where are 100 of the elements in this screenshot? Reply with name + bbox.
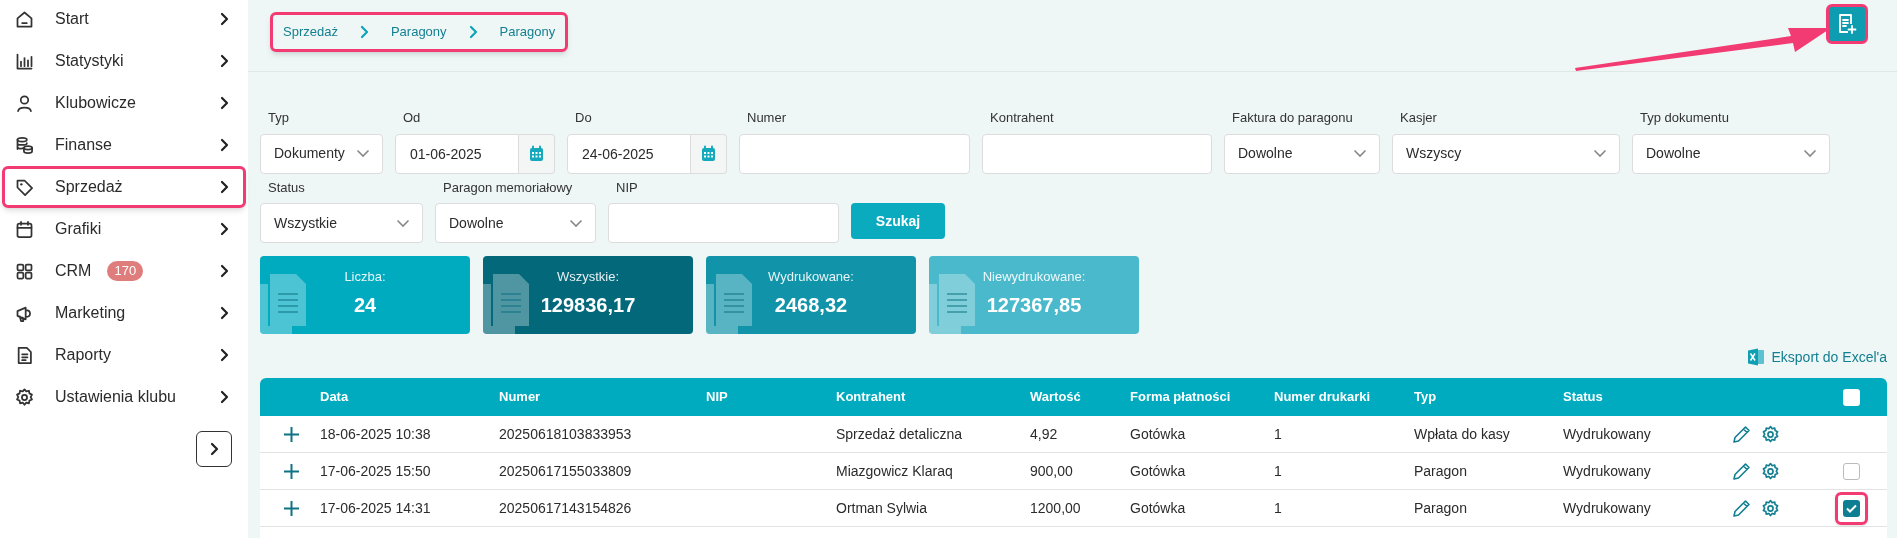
chevron-right-icon [359,25,369,39]
table-cell-text: 20250617143154826 [499,498,633,518]
table-cell-text: 1 [1274,498,1283,518]
table-cell-text: 1 [1274,424,1283,444]
table-cell-text: Miazgowicz Klaraq [836,461,954,481]
table-cell-text: 17-06-2025 15:50 [320,461,432,481]
select-field[interactable]: Dowolne [1632,133,1830,174]
chevron-down-icon [396,218,410,228]
table-cell-text: 20250617155033809 [499,461,633,481]
checkbox[interactable] [1843,462,1860,480]
field-label: Status [267,178,306,197]
pencil-icon[interactable] [1732,498,1751,518]
chevron-down-icon [356,149,370,158]
table-cell-text: Sprzedaż detaliczna [836,424,964,444]
card-label: Wydrukowane: [767,268,855,286]
sidebar-item[interactable]: Finanse [2,124,246,166]
table-cell-text: Gotówka [1130,424,1187,444]
sidebar-item[interactable]: Grafiki [2,208,246,250]
pencil-icon[interactable] [1732,461,1751,481]
chevron-right-icon [209,442,219,456]
table-cell-text: 18-06-2025 10:38 [320,424,432,444]
breadcrumb-link[interactable]: Paragony [499,22,556,42]
chevron-right-icon [220,138,229,152]
field-label: Kontrahent [989,109,1055,127]
column-header: Numer [499,388,542,407]
table-cell-text: 20250618103833953 [499,424,633,444]
select-field[interactable]: Dowolne [1224,133,1380,174]
checkbox[interactable] [1843,388,1860,406]
input-field[interactable] [608,203,839,243]
column-header: Kontrahent [836,388,907,407]
column-header: NIP [706,388,729,407]
calendar-icon [529,145,544,162]
chevron-down-icon [1803,149,1817,158]
new-document-button[interactable] [1826,4,1868,44]
date-field[interactable]: 24-06-2025 [567,133,691,174]
breadcrumb-link[interactable]: Sprzedaż [283,22,338,42]
chevron-right-icon [220,54,229,68]
table-cell-text: Wydrukowany [1563,498,1652,518]
checkbox[interactable] [1843,499,1860,517]
settings-icon[interactable] [1761,498,1780,518]
field-label: Typ dokumentu [1639,109,1730,127]
card-value: 127367,85 [985,293,1083,318]
card-value: 2468,32 [773,293,849,318]
chevron-right-icon [468,25,478,39]
select-field[interactable]: Wszyscy [1392,133,1620,174]
card-value: 129836,17 [539,293,637,318]
calendar-button[interactable] [691,133,727,174]
count-badge: 170 [107,261,144,281]
table-cell-text: Gotówka [1130,461,1187,481]
field-label: Faktura do paragonu [1231,109,1354,127]
select-field[interactable]: Dowolne [435,203,596,243]
plus-icon[interactable] [283,500,299,516]
sidebar-item[interactable]: Statystyki [2,40,246,82]
chevron-down-icon [1593,149,1607,158]
table-cell-text: Wpłata do kasy [1414,424,1511,444]
column-header: Forma płatności [1130,388,1232,407]
column-header: Wartość [1030,388,1082,407]
sidebar-item[interactable]: CRM 170 [2,250,246,292]
card-value: 24 [352,293,378,318]
select-field[interactable]: Wszystkie [260,203,423,243]
calendar-icon [701,145,716,162]
input-field[interactable] [739,133,970,174]
field-label: Do [574,109,593,127]
select-field[interactable]: Dokumenty [260,133,383,174]
field-label: NIP [615,178,639,197]
date-field[interactable]: 01-06-2025 [395,133,519,174]
settings-icon[interactable] [1761,461,1780,481]
plus-icon[interactable] [283,426,299,442]
field-label: Paragon memoriałowy [442,178,574,197]
chevron-right-icon [220,348,229,362]
chevron-right-icon [220,264,229,278]
column-header: Typ [1414,388,1438,407]
sidebar-item[interactable]: Marketing [2,292,246,334]
export-link[interactable]: Eksport do Excel'a [1748,344,1887,370]
table-cell-text: Paragon [1414,461,1468,481]
chevron-right-icon [220,12,229,26]
settings-icon[interactable] [1761,424,1780,444]
sidebar-item[interactable]: Start [2,0,246,40]
check-icon [1846,503,1857,513]
table-cell-text: Wydrukowany [1563,424,1652,444]
settings-icon [14,386,35,408]
sidebar-item[interactable]: Sprzedaż [2,166,246,208]
sidebar-item[interactable]: Raporty [2,334,246,376]
table-cell-text: 17-06-2025 14:31 [320,498,432,518]
table-cell-text: Gotówka [1130,498,1187,518]
chevron-right-icon [220,222,229,236]
field-label: Od [402,109,422,127]
field-label: Numer [746,109,787,127]
expand-sidebar-button[interactable] [196,431,232,467]
chevron-right-icon [220,180,229,194]
input-field[interactable] [982,133,1212,174]
field-label: Typ [267,109,290,127]
calendar-button[interactable] [519,133,555,174]
breadcrumb-link[interactable]: Paragony [390,22,447,42]
plus-icon[interactable] [283,463,299,479]
sidebar-item[interactable]: Ustawienia klubu [2,376,246,418]
pencil-icon[interactable] [1732,424,1751,444]
field-label: Kasjer [1399,109,1438,127]
table-cell-text: 900,00 [1030,461,1074,481]
sidebar-item[interactable]: Klubowicze [2,82,246,124]
